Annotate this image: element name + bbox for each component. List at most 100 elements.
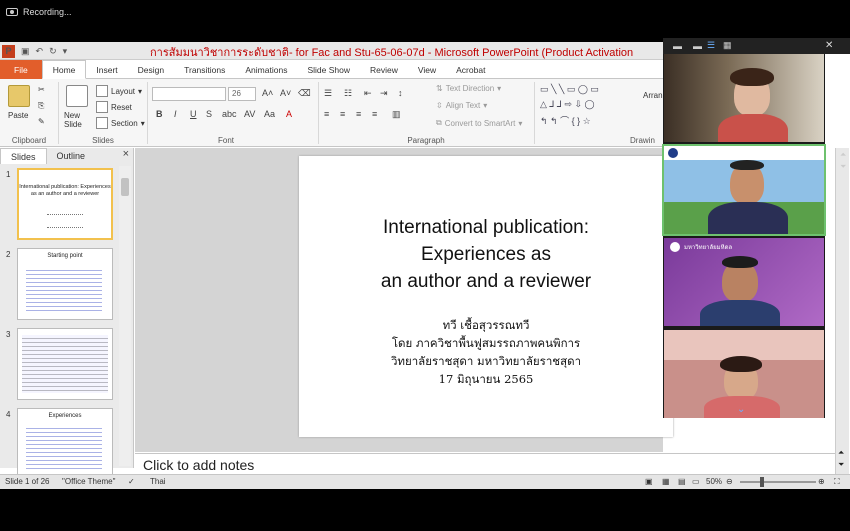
speaker-view-icon[interactable]: ☰ bbox=[707, 40, 715, 51]
layout-button[interactable]: Layout ▾ bbox=[96, 85, 142, 97]
section-button[interactable]: Section ▾ bbox=[96, 117, 145, 129]
zoom-in-icon[interactable]: ⊕ bbox=[818, 477, 825, 486]
current-slide[interactable]: International publication: Experiences a… bbox=[299, 156, 673, 437]
normal-view-icon[interactable]: ▣ bbox=[645, 477, 653, 486]
fit-window-icon[interactable]: ⛶ bbox=[834, 477, 840, 487]
arrange-button[interactable]: Arran bbox=[643, 91, 663, 100]
justify-icon[interactable]: ≡ bbox=[372, 109, 377, 119]
redo-icon[interactable]: ↻ bbox=[49, 46, 57, 57]
smartart-icon: ⧉ bbox=[436, 118, 442, 127]
tab-design[interactable]: Design bbox=[128, 60, 174, 79]
gallery-view-icon[interactable]: ▦ bbox=[723, 40, 732, 51]
close-video-icon[interactable]: ✕ bbox=[825, 40, 833, 51]
slide-title[interactable]: International publication: Experiences a… bbox=[299, 214, 673, 295]
divider bbox=[58, 82, 59, 144]
tab-transitions[interactable]: Transitions bbox=[174, 60, 235, 79]
shrink-font-icon[interactable]: A˅ bbox=[280, 88, 291, 98]
new-slide-icon[interactable] bbox=[66, 85, 88, 107]
align-right-icon[interactable]: ≡ bbox=[356, 109, 361, 119]
slide-thumbnail-1[interactable]: International publication: Experiences a… bbox=[17, 168, 113, 240]
copy-icon[interactable]: ⎘ bbox=[38, 101, 44, 111]
video-panel-toolbar: ▬ ▬ ☰ ▦ ✕ bbox=[663, 38, 850, 54]
quick-access-toolbar: P ▣ ↶ ↻ ▾ bbox=[2, 44, 67, 58]
paste-button[interactable]: Paste bbox=[8, 111, 28, 120]
zoom-slider-thumb[interactable] bbox=[760, 477, 764, 487]
vertical-scrollbar[interactable]: ⏶ ⏷ bbox=[835, 148, 849, 474]
smartart-button[interactable]: ⧉ Convert to SmartArt ▾ bbox=[436, 118, 522, 128]
close-panel-icon[interactable]: × bbox=[123, 148, 129, 160]
reset-button[interactable]: Reset bbox=[96, 101, 132, 113]
shape-gallery-row3[interactable]: ↰ ↰ ⌒ { } ☆ bbox=[540, 114, 591, 127]
strikethrough-icon[interactable]: abc bbox=[222, 109, 237, 119]
new-slide-button[interactable]: New Slide bbox=[64, 111, 90, 129]
cut-icon[interactable]: ✂ bbox=[38, 85, 45, 94]
shape-gallery[interactable]: ▭ ╲ ╲ ▭ ◯ ▭ bbox=[540, 84, 599, 95]
tab-outline[interactable]: Outline bbox=[47, 148, 96, 164]
slide-thumbnail-2[interactable]: Starting point bbox=[17, 248, 113, 320]
slide-sorter-icon[interactable]: ▦ bbox=[662, 477, 670, 486]
char-spacing-icon[interactable]: AV bbox=[244, 109, 255, 119]
tab-animations[interactable]: Animations bbox=[235, 60, 297, 79]
next-slide-icon[interactable]: ⏷ bbox=[838, 460, 844, 470]
tab-file[interactable]: File bbox=[0, 60, 42, 79]
slide-thumbnail-4[interactable]: Experiences bbox=[17, 408, 113, 480]
increase-indent-icon[interactable]: ⇥ bbox=[380, 88, 388, 99]
align-text-button[interactable]: ⇳ Align Text ▾ bbox=[436, 101, 487, 110]
tab-insert[interactable]: Insert bbox=[86, 60, 127, 79]
columns-icon[interactable]: ▥ bbox=[392, 109, 401, 120]
font-name-box[interactable] bbox=[152, 87, 226, 101]
thumb-number: 1 bbox=[6, 170, 11, 179]
tab-home[interactable]: Home bbox=[41, 60, 87, 79]
bullets-icon[interactable]: ☰ bbox=[324, 88, 332, 99]
decrease-indent-icon[interactable]: ⇤ bbox=[364, 88, 372, 99]
numbering-icon[interactable]: ☷ bbox=[344, 88, 352, 99]
zoom-out-icon[interactable]: ⊖ bbox=[726, 477, 733, 486]
video-tile-2[interactable] bbox=[662, 144, 826, 236]
align-left-icon[interactable]: ≡ bbox=[324, 109, 329, 119]
zoom-slider[interactable] bbox=[740, 477, 816, 487]
video-tile-1[interactable] bbox=[664, 54, 824, 142]
tab-acrobat[interactable]: Acrobat bbox=[446, 60, 495, 79]
bold-icon[interactable]: B bbox=[156, 109, 163, 119]
prev-slide-icon[interactable]: ⏶ bbox=[838, 448, 844, 458]
panel-scroll-up-icon[interactable]: ⏶ bbox=[840, 150, 846, 160]
customize-qat-icon[interactable]: ▾ bbox=[63, 46, 68, 57]
font-size-box[interactable]: 26 bbox=[228, 87, 256, 101]
slide-thumbnail-3[interactable] bbox=[17, 328, 113, 400]
spellcheck-icon[interactable]: ✓ bbox=[128, 477, 135, 486]
underline-icon[interactable]: U bbox=[190, 109, 197, 119]
thumbnail-scrollbar[interactable] bbox=[119, 166, 131, 466]
scrollbar-thumb[interactable] bbox=[121, 178, 129, 196]
line-spacing-icon[interactable]: ↕ bbox=[398, 88, 403, 98]
text-direction-button[interactable]: ⇅ Text Direction ▾ bbox=[436, 84, 501, 93]
tab-slides[interactable]: Slides bbox=[0, 148, 47, 164]
panel-scroll-down-icon[interactable]: ⏷ bbox=[840, 162, 846, 172]
paste-icon[interactable] bbox=[8, 85, 30, 107]
clear-format-icon[interactable]: ⌫ bbox=[298, 88, 311, 99]
tab-view[interactable]: View bbox=[408, 60, 446, 79]
video-tile-3[interactable]: มหาวิทยาลัยมหิดล bbox=[664, 238, 824, 326]
slideshow-view-icon[interactable]: ▭ bbox=[692, 477, 700, 486]
zoom-level[interactable]: 50% bbox=[706, 477, 722, 486]
powerpoint-app-icon[interactable]: P bbox=[2, 44, 15, 58]
change-case-icon[interactable]: Aa bbox=[264, 109, 275, 119]
align-center-icon[interactable]: ≡ bbox=[340, 109, 345, 119]
notes-pane[interactable]: Click to add notes bbox=[135, 453, 835, 474]
save-icon[interactable]: ▣ bbox=[21, 46, 30, 57]
strip-view-icon[interactable]: ▬ bbox=[693, 41, 702, 51]
chevron-down-icon[interactable]: ⌄ bbox=[737, 404, 745, 415]
undo-icon[interactable]: ↶ bbox=[36, 46, 44, 57]
language-indicator[interactable]: Thai bbox=[150, 477, 166, 486]
shadow-icon[interactable]: S bbox=[206, 109, 212, 119]
grow-font-icon[interactable]: A˄ bbox=[262, 88, 273, 98]
tab-slide-show[interactable]: Slide Show bbox=[297, 60, 360, 79]
tab-review[interactable]: Review bbox=[360, 60, 408, 79]
minimize-icon[interactable]: ▬ bbox=[673, 41, 682, 51]
shape-gallery-row2[interactable]: △ ⅃ ⅃ ⇨ ⇩ ◯ bbox=[540, 99, 595, 110]
thumb-title: Experiences bbox=[48, 413, 82, 419]
slide-subtitle[interactable]: ทวี เชื้อสุวรรณทวี โดย ภาควิชาพื้นฟูสมรร… bbox=[299, 316, 673, 388]
font-color-icon[interactable]: A bbox=[286, 109, 292, 119]
reading-view-icon[interactable]: ▤ bbox=[678, 477, 686, 486]
italic-icon[interactable]: I bbox=[174, 109, 177, 119]
format-painter-icon[interactable]: ✎ bbox=[38, 117, 45, 126]
